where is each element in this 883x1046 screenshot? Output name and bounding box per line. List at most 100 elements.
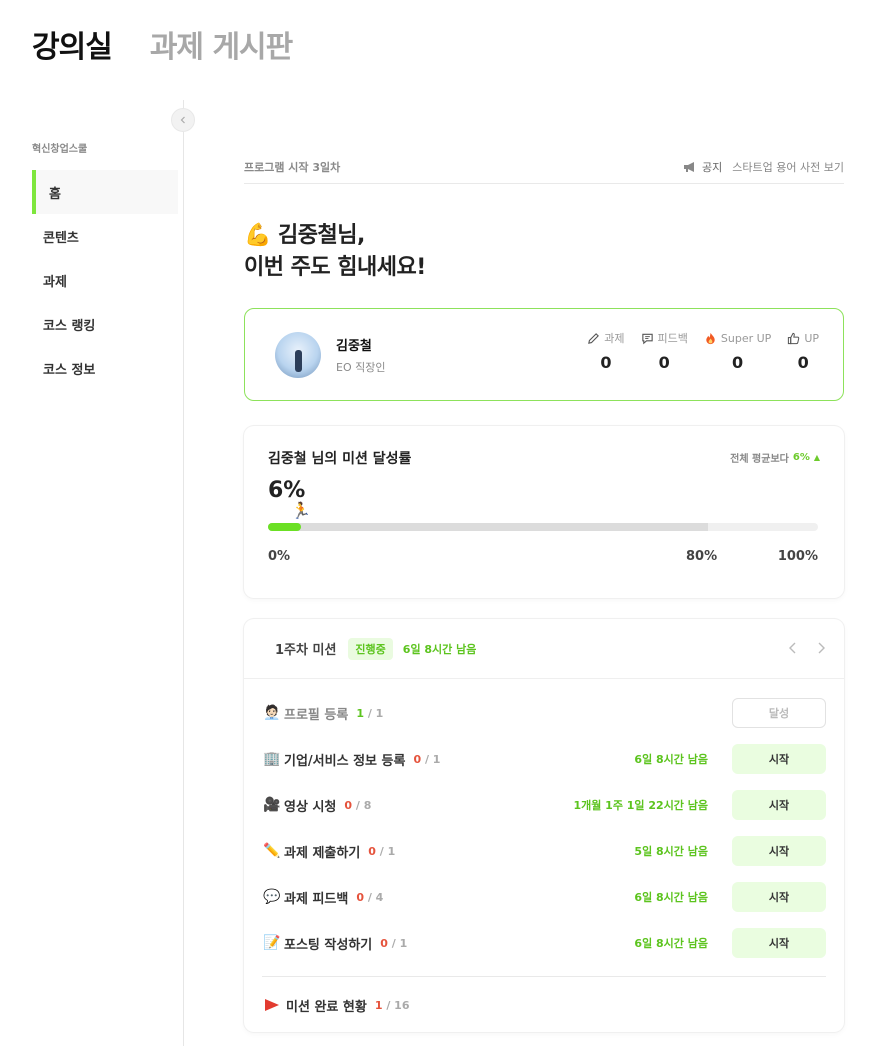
notice-label: 공지 bbox=[702, 160, 723, 174]
sidebar-menu: 홈 콘텐츠 과제 코스 랭킹 코스 정보 bbox=[32, 170, 178, 390]
thumbs-up-icon bbox=[788, 332, 800, 344]
greeting-line-2: 이번 주도 힘내세요! bbox=[244, 255, 426, 280]
mission-item: 🏢 기업/서비스 정보 등록 0 / 1 6일 8시간 남음 시작 bbox=[262, 736, 826, 782]
mission-count: 0 / 1 bbox=[413, 753, 440, 766]
scale-max: 100% bbox=[777, 549, 818, 564]
mission-item: 💬 과제 피드백 0 / 4 6일 8시간 남음 시작 bbox=[262, 874, 826, 920]
mission-card: 1주차 미션 진행중 6일 8시간 남음 🧑🏻‍💼 프로필 등록 1 / 1 달… bbox=[244, 619, 844, 1032]
mission-list: 🧑🏻‍💼 프로필 등록 1 / 1 달성 🏢 기업/서비스 정보 등록 0 / … bbox=[244, 690, 844, 1033]
greeting: 💪 김중철님, 이번 주도 힘내세요! bbox=[244, 220, 844, 284]
mission-item: ✏️ 과제 제출하기 0 / 1 5일 8시간 남음 시작 bbox=[262, 828, 826, 874]
main-content: 프로그램 시작 3일차 공지 스타트업 용어 사전 보기 💪 김중철님, 이번 … bbox=[244, 150, 844, 1032]
arrow-up-icon: ▲ bbox=[813, 453, 820, 462]
start-button[interactable]: 시작 bbox=[732, 744, 826, 774]
mission-summary-total: / 16 bbox=[386, 998, 410, 1012]
pencil-emoji-icon: ✏️ bbox=[263, 843, 281, 859]
profile-name: 김중철 bbox=[336, 338, 372, 354]
chevron-right-icon[interactable] bbox=[816, 639, 826, 658]
building-emoji-icon: 🏢 bbox=[263, 751, 281, 767]
mission-name: 프로필 등록 bbox=[284, 707, 349, 723]
stat-assignments-value: 0 bbox=[600, 353, 612, 372]
megaphone-icon bbox=[684, 161, 695, 172]
stat-super-up[interactable]: Super UP 0 bbox=[704, 329, 771, 372]
main-header: 프로그램 시작 3일차 공지 스타트업 용어 사전 보기 bbox=[244, 150, 844, 184]
top-nav: 강의실 과제 게시판 bbox=[32, 22, 293, 66]
runner-icon: 🏃 bbox=[291, 501, 311, 520]
sidebar: 혁신창업스쿨 홈 콘텐츠 과제 코스 랭킹 코스 정보 bbox=[0, 100, 195, 1046]
video-camera-emoji-icon: 🎥 bbox=[263, 797, 281, 813]
achieved-button[interactable]: 달성 bbox=[732, 698, 826, 728]
achievement-progress: 🏃 bbox=[268, 501, 818, 531]
progress-fill bbox=[268, 523, 301, 531]
notice-link[interactable]: 공지 bbox=[683, 159, 722, 175]
week-navigation bbox=[788, 639, 826, 658]
mission-summary-label: 미션 완료 현황 bbox=[286, 999, 367, 1015]
sidebar-item-course-info[interactable]: 코스 정보 bbox=[32, 346, 178, 390]
stat-up[interactable]: UP 0 bbox=[787, 329, 819, 372]
mission-name: 과제 피드백 bbox=[284, 891, 349, 907]
mission-done: 0 bbox=[413, 752, 422, 766]
pencil-icon bbox=[588, 332, 600, 344]
startup-dictionary-link[interactable]: 스타트업 용어 사전 보기 bbox=[732, 159, 844, 175]
mission-item: 🎥 영상 시청 0 / 8 1개월 1주 1일 22시간 남음 시작 bbox=[262, 782, 826, 828]
stat-super-up-label: Super UP bbox=[720, 331, 772, 345]
profile-emoji-icon: 🧑🏻‍💼 bbox=[263, 705, 281, 721]
mission-name: 포스팅 작성하기 bbox=[284, 937, 373, 953]
mission-total: / 1 bbox=[391, 936, 408, 950]
start-button[interactable]: 시작 bbox=[732, 928, 826, 958]
tab-assignment-board[interactable]: 과제 게시판 bbox=[150, 22, 293, 66]
sidebar-item-contents[interactable]: 콘텐츠 bbox=[32, 214, 178, 258]
profile-info: 김중철 EO 직장인 bbox=[336, 335, 385, 375]
stat-up-label: UP bbox=[804, 331, 819, 345]
mission-done: 1 bbox=[356, 706, 364, 720]
mission-summary: 미션 완료 현황 1 / 16 bbox=[262, 977, 826, 1033]
mission-total: / 1 bbox=[379, 844, 396, 858]
mission-name: 영상 시청 bbox=[284, 799, 337, 815]
mission-name: 기업/서비스 정보 등록 bbox=[284, 753, 406, 769]
avatar[interactable] bbox=[275, 331, 321, 378]
stat-up-value: 0 bbox=[797, 353, 809, 372]
tab-classroom[interactable]: 강의실 bbox=[32, 22, 113, 66]
sidebar-collapse-button[interactable] bbox=[171, 108, 195, 132]
header-links: 공지 스타트업 용어 사전 보기 bbox=[683, 159, 844, 175]
achievement-card: 김중철 님의 미션 달성률 전체 평균보다 6% ▲ 6% 🏃 0% 80% 1… bbox=[244, 426, 844, 598]
stat-super-up-value: 0 bbox=[732, 353, 744, 372]
mission-count: 0 / 1 bbox=[368, 845, 395, 858]
comment-icon bbox=[641, 333, 653, 344]
stat-feedback-label: 피드백 bbox=[657, 332, 688, 345]
profile-card: 김중철 EO 직장인 과제 0 피드백 0 Super UP 0 UP 0 bbox=[244, 308, 844, 401]
start-button[interactable]: 시작 bbox=[732, 882, 826, 912]
speech-bubble-emoji-icon: 💬 bbox=[263, 889, 281, 905]
mission-total: / 8 bbox=[355, 798, 372, 812]
scale-min: 0% bbox=[268, 549, 291, 564]
start-button[interactable]: 시작 bbox=[732, 790, 826, 820]
mission-remaining: 6일 8시간 남음 bbox=[402, 642, 477, 656]
mission-remaining: 5일 8시간 남음 bbox=[634, 845, 708, 858]
stat-super-up-label-row: Super UP bbox=[704, 329, 771, 347]
mission-done: 0 bbox=[344, 798, 353, 812]
sidebar-item-assignments[interactable]: 과제 bbox=[32, 258, 178, 302]
stat-assignments[interactable]: 과제 0 bbox=[587, 329, 625, 372]
sidebar-item-course-ranking[interactable]: 코스 랭킹 bbox=[32, 302, 178, 346]
stat-assignments-label: 과제 bbox=[604, 332, 625, 345]
mission-header: 1주차 미션 진행중 6일 8시간 남음 bbox=[244, 619, 844, 679]
mission-count: 1 / 1 bbox=[356, 707, 383, 720]
mission-count: 0 / 4 bbox=[356, 891, 383, 904]
mission-item: 🧑🏻‍💼 프로필 등록 1 / 1 달성 bbox=[262, 690, 826, 736]
start-button[interactable]: 시작 bbox=[732, 836, 826, 866]
mission-done: 0 bbox=[380, 936, 388, 950]
mission-count: 0 / 1 bbox=[380, 937, 407, 950]
mission-remaining: 6일 8시간 남음 bbox=[634, 753, 708, 766]
greeting-line-1: 💪 김중철님, bbox=[244, 223, 365, 248]
mission-summary-done: 1 bbox=[374, 998, 383, 1012]
mission-name: 과제 제출하기 bbox=[284, 845, 361, 861]
mission-remaining: 1개월 1주 1일 22시간 남음 bbox=[573, 799, 708, 812]
mission-remaining: 6일 8시간 남음 bbox=[634, 937, 708, 950]
memo-emoji-icon: 📝 bbox=[263, 935, 281, 951]
chevron-left-icon[interactable] bbox=[788, 639, 798, 658]
stat-feedback-label-row: 피드백 bbox=[641, 329, 688, 347]
stat-feedback[interactable]: 피드백 0 bbox=[641, 329, 688, 372]
sidebar-item-home[interactable]: 홈 bbox=[32, 170, 178, 214]
status-badge: 진행중 bbox=[348, 637, 393, 660]
mission-done: 0 bbox=[368, 844, 376, 858]
